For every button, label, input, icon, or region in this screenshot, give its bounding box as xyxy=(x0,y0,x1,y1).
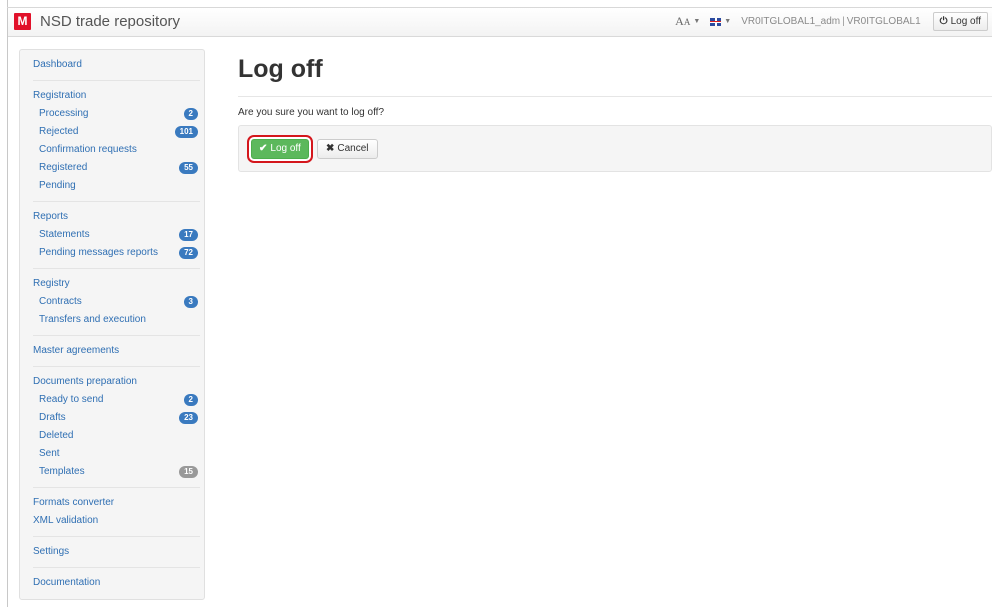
cancel-button[interactable]: ✖ Cancel xyxy=(317,139,378,159)
sidebar-item-templates[interactable]: Templates 15 xyxy=(33,463,200,481)
sidebar-item-dashboard[interactable]: Dashboard xyxy=(33,56,200,74)
sidebar-item-drafts[interactable]: Drafts 23 xyxy=(33,409,200,427)
logoff-question: Are you sure you want to log off? xyxy=(238,107,385,118)
nsd-logo-icon: M xyxy=(14,13,31,30)
sidebar-item-label: Sent xyxy=(39,448,60,459)
power-icon: ⏻ xyxy=(939,16,948,27)
header-tools: AA ▼ ▼ VR0ITGLOBAL1_adm | VR0ITGLOBAL1 ⏻… xyxy=(675,12,988,31)
top-header: M NSD trade repository AA ▼ ▼ VR0ITGLOBA… xyxy=(8,8,992,37)
sidebar-item-rejected[interactable]: Rejected 101 xyxy=(33,123,200,141)
x-icon: ✖ xyxy=(326,143,335,154)
sidebar-group-settings: Settings xyxy=(33,537,200,568)
sidebar-item-label: Deleted xyxy=(39,430,74,441)
sidebar-item-settings[interactable]: Settings xyxy=(33,543,200,561)
cancel-label: Cancel xyxy=(337,143,369,154)
sidebar-item-deleted[interactable]: Deleted xyxy=(33,427,200,445)
sidebar-item-contracts[interactable]: Contracts 3 xyxy=(33,293,200,311)
sidebar-item-label: Pending xyxy=(39,180,76,191)
count-badge: 2 xyxy=(183,394,198,406)
sidebar-group-documents: Documents preparation Ready to send 2 Dr… xyxy=(33,367,200,488)
font-size-small-glyph: A xyxy=(683,16,691,27)
sidebar-item-label: Processing xyxy=(39,108,89,119)
sidebar-item-registration[interactable]: Registration xyxy=(33,87,200,105)
count-badge: 55 xyxy=(179,162,198,174)
sidebar-item-label: Pending messages reports xyxy=(39,247,158,258)
sidebar-item-statements[interactable]: Statements 17 xyxy=(33,226,200,244)
sidebar-item-label: Rejected xyxy=(39,126,79,137)
sidebar-group-tools: Formats converter XML validation xyxy=(33,488,200,537)
sidebar-item-ready-to-send[interactable]: Ready to send 2 xyxy=(33,391,200,409)
sidebar-item-sent[interactable]: Sent xyxy=(33,445,200,463)
count-badge: 101 xyxy=(174,126,198,138)
sidebar-group-registration: Registration Processing 2 Rejected 101 C… xyxy=(33,81,200,202)
app-title: NSD trade repository xyxy=(40,13,181,30)
check-icon: ✔ xyxy=(259,143,268,154)
sidebar-item-reports[interactable]: Reports xyxy=(33,208,200,226)
count-badge: 3 xyxy=(183,296,198,308)
sidebar-item-label: Ready to send xyxy=(39,394,104,405)
sidebar-item-label: Contracts xyxy=(39,296,82,307)
page-title: Log off xyxy=(238,55,323,83)
caret-down-icon: ▼ xyxy=(693,18,701,25)
user-account-link[interactable]: VR0ITGLOBAL1_adm xyxy=(741,16,840,27)
count-badge: 72 xyxy=(179,247,198,259)
caret-down-icon: ▼ xyxy=(724,18,732,25)
brand-home-link[interactable]: M NSD trade repository xyxy=(14,13,180,30)
confirm-logoff-label: Log off xyxy=(270,143,301,154)
header-logoff-button[interactable]: ⏻ Log off xyxy=(932,12,988,31)
sidebar-item-xml-validation[interactable]: XML validation xyxy=(33,512,200,530)
action-panel: ✔ Log off ✖ Cancel xyxy=(238,125,992,172)
sidebar-group-documentation: Documentation xyxy=(33,568,200,598)
sidebar-group-dashboard: Dashboard xyxy=(33,50,200,81)
sidebar-item-transfers-and-execution[interactable]: Transfers and execution xyxy=(33,311,200,329)
title-divider xyxy=(238,96,992,97)
font-size-icon: A xyxy=(675,14,684,28)
sidebar-item-label: Drafts xyxy=(39,412,66,423)
confirm-logoff-button[interactable]: ✔ Log off xyxy=(251,139,309,159)
sidebar-item-registered[interactable]: Registered 55 xyxy=(33,159,200,177)
sidebar-item-master-agreements[interactable]: Master agreements xyxy=(33,342,200,360)
count-badge: 2 xyxy=(183,108,198,120)
organization-link[interactable]: VR0ITGLOBAL1 xyxy=(847,16,921,27)
sidebar-group-reports: Reports Statements 17 Pending messages r… xyxy=(33,202,200,269)
sidebar-item-label: Statements xyxy=(39,229,90,240)
sidebar-item-registry[interactable]: Registry xyxy=(33,275,200,293)
sidebar-item-pending-messages-reports[interactable]: Pending messages reports 72 xyxy=(33,244,200,262)
sidebar-item-documents-preparation[interactable]: Documents preparation xyxy=(33,373,200,391)
sidebar-group-master-agreements: Master agreements xyxy=(33,336,200,367)
language-dropdown[interactable]: ▼ xyxy=(710,17,732,26)
sidebar-item-label: Templates xyxy=(39,466,85,477)
sidebar-item-pending[interactable]: Pending xyxy=(33,177,200,195)
sidebar-nav: Dashboard Registration Processing 2 Reje… xyxy=(19,49,205,600)
sidebar-item-documentation[interactable]: Documentation xyxy=(33,574,200,592)
sidebar-item-formats-converter[interactable]: Formats converter xyxy=(33,494,200,512)
font-size-dropdown[interactable]: AA ▼ xyxy=(675,14,700,29)
sidebar-item-processing[interactable]: Processing 2 xyxy=(33,105,200,123)
count-badge: 23 xyxy=(179,412,198,424)
count-badge: 17 xyxy=(179,229,198,241)
sidebar-item-label: Confirmation requests xyxy=(39,144,137,155)
header-separator: | xyxy=(842,16,845,27)
sidebar-item-label: Transfers and execution xyxy=(39,314,146,325)
window-frame-left xyxy=(7,0,8,607)
sidebar-item-confirmation-requests[interactable]: Confirmation requests xyxy=(33,141,200,159)
count-badge: 15 xyxy=(179,466,198,478)
uk-flag-icon xyxy=(710,17,722,26)
sidebar-item-label: Registered xyxy=(39,162,88,173)
header-logoff-label: Log off xyxy=(950,16,981,27)
sidebar-group-registry: Registry Contracts 3 Transfers and execu… xyxy=(33,269,200,336)
